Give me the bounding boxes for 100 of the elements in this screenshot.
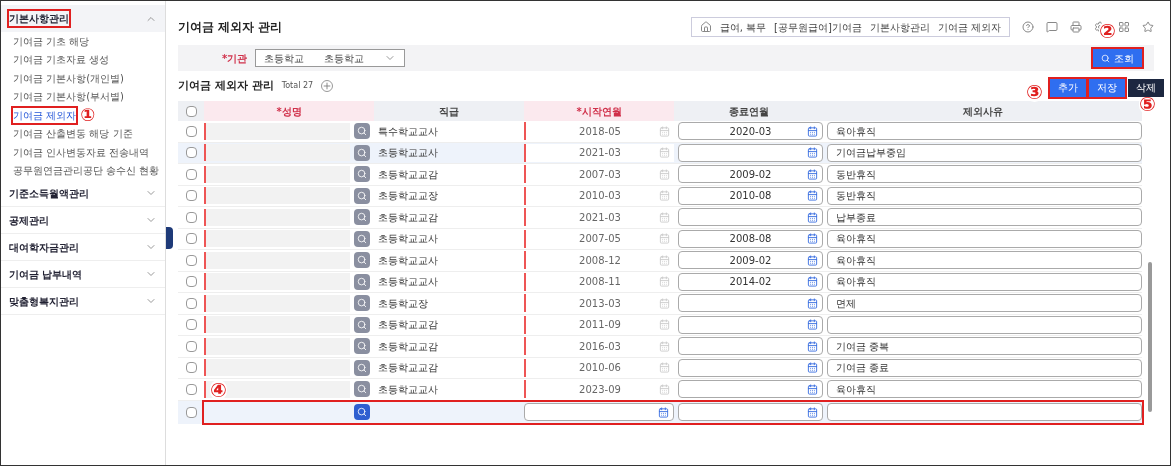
table-row[interactable]: 특수학교교사 2018-05 2020-03 육아휴직 [178, 121, 1142, 143]
sidebar-group[interactable]: 공제관리 [1, 207, 165, 234]
end-date-field[interactable] [678, 358, 823, 377]
end-date-field[interactable]: 2010-08 [678, 186, 823, 205]
row-checkbox[interactable] [185, 340, 197, 352]
search-button[interactable] [354, 316, 370, 333]
breadcrumb-link[interactable]: 급여, 복무 [719, 19, 766, 35]
start-date-field[interactable]: 2021-03 [524, 143, 674, 162]
name-field[interactable] [204, 208, 350, 226]
search-button[interactable]: 조회 [1093, 49, 1142, 67]
reason-field[interactable] [827, 403, 1142, 421]
message-icon[interactable] [1046, 21, 1058, 33]
column-header[interactable]: *성명 [204, 101, 374, 121]
collapse-handle[interactable] [166, 227, 173, 249]
row-checkbox[interactable] [185, 147, 197, 159]
sidebar-item[interactable]: 공무원연금관리공단 송수신 현황 [13, 163, 160, 179]
reason-field[interactable]: 동반휴직 [827, 186, 1142, 205]
new-row[interactable] [204, 401, 1142, 423]
row-checkbox[interactable] [185, 276, 197, 288]
name-field[interactable] [204, 122, 350, 140]
name-field[interactable] [204, 165, 350, 183]
search-button[interactable] [354, 295, 370, 312]
table-row[interactable]: 초등학교교감 2010-06 기여금 종료 [178, 357, 1142, 379]
row-checkbox[interactable] [185, 383, 197, 395]
row-checkbox[interactable] [185, 211, 197, 223]
sidebar-item[interactable]: 기여금 산출변동 해당 기준 [13, 126, 133, 142]
table-row[interactable]: 초등학교교사 2021-03 기여금납부중임 [178, 142, 1142, 164]
star-icon[interactable] [1142, 21, 1154, 33]
name-field[interactable] [204, 187, 350, 205]
sidebar-item[interactable]: 기여금 기초 해당 [13, 33, 90, 49]
sidebar-item[interactable]: 기여금 기본사항(부서별) [13, 89, 124, 105]
table-row[interactable]: 초등학교교장 2010-03 2010-08 동반휴직 [178, 185, 1142, 207]
column-header[interactable]: *시작연월 [524, 101, 674, 121]
row-checkbox[interactable] [185, 362, 197, 374]
end-date-field[interactable]: 2020-03 [678, 122, 823, 141]
end-date-field[interactable]: 2014-02 [678, 272, 823, 291]
end-date-field[interactable] [678, 403, 823, 421]
printer-icon[interactable] [1070, 21, 1082, 33]
end-date-field[interactable]: 2008-08 [678, 229, 823, 248]
search-button[interactable] [354, 381, 370, 398]
select-all-checkbox[interactable] [185, 105, 197, 117]
row-checkbox[interactable] [185, 254, 197, 266]
sidebar-item[interactable]: 기여금 기본사항(개인별) [13, 70, 124, 86]
row-checkbox[interactable] [185, 168, 197, 180]
start-date-field[interactable] [524, 403, 674, 421]
sidebar-group[interactable]: 기본사항관리 [1, 5, 165, 32]
search-button[interactable] [354, 404, 370, 420]
sidebar-item[interactable]: 기여금 기초자료 생성 [13, 52, 110, 68]
row-checkbox[interactable] [185, 406, 197, 418]
end-date-field[interactable]: 2009-02 [678, 165, 823, 184]
name-field[interactable] [204, 337, 350, 355]
name-field[interactable] [204, 294, 350, 312]
reason-field[interactable]: 기여금 종료 [827, 358, 1142, 377]
search-button[interactable] [354, 359, 370, 376]
reason-field[interactable]: 면제 [827, 294, 1142, 313]
reason-field[interactable]: 기여금납부중임 [827, 143, 1142, 162]
row-checkbox[interactable] [185, 319, 197, 331]
table-row[interactable]: 초등학교교사 2008-11 2014-02 육아휴직 [178, 271, 1142, 293]
end-date-field[interactable] [678, 315, 823, 334]
row-checkbox[interactable] [185, 233, 197, 245]
reason-field[interactable]: 납부종료 [827, 208, 1142, 227]
sidebar-group[interactable]: 대여학자금관리 [1, 234, 165, 261]
search-button[interactable] [354, 123, 370, 140]
name-field[interactable] [204, 230, 350, 248]
column-header[interactable]: 직급 [374, 101, 524, 121]
row-checkbox[interactable] [185, 297, 197, 309]
sidebar-item[interactable]: 기여금 인사변동자료 전송내역 [13, 144, 150, 160]
help-icon[interactable] [1022, 21, 1034, 33]
breadcrumb-link[interactable]: 기여금 제외자 [937, 19, 1001, 35]
name-field[interactable] [204, 251, 350, 269]
sidebar-group[interactable]: 기여금 납부내역 [1, 261, 165, 288]
table-row[interactable]: 초등학교교감 2016-03 기여금 중복 [178, 336, 1142, 358]
search-button[interactable] [354, 144, 370, 161]
column-header[interactable]: 종료연월 [674, 101, 824, 121]
search-button[interactable] [354, 187, 370, 204]
search-button[interactable] [354, 338, 370, 355]
breadcrumb-link[interactable]: [공무원급여]기여금 [774, 19, 862, 35]
table-row[interactable]: 초등학교장 2013-03 면제 [178, 293, 1142, 315]
reason-field[interactable]: 육아휴직 [827, 380, 1142, 399]
sidebar-item[interactable]: 기여금 제외자 [13, 107, 77, 123]
end-date-field[interactable] [678, 337, 823, 356]
action-button[interactable]: 추가 [1050, 78, 1086, 97]
search-button[interactable] [354, 252, 370, 269]
grid-icon[interactable] [1118, 21, 1130, 33]
action-button[interactable]: 삭제 [1128, 78, 1164, 97]
search-button[interactable] [354, 273, 370, 290]
end-date-field[interactable]: 2009-02 [678, 251, 823, 270]
search-button[interactable] [354, 209, 370, 226]
action-button[interactable]: 저장 [1089, 78, 1125, 97]
breadcrumb-link[interactable]: 기본사항관리 [869, 19, 930, 35]
row-checkbox[interactable] [185, 190, 197, 202]
table-row[interactable]: 초등학교교감 2007-03 2009-02 동반휴직 [178, 164, 1142, 186]
name-field[interactable] [204, 273, 350, 291]
end-date-field[interactable] [678, 380, 823, 399]
reason-field[interactable] [827, 315, 1142, 334]
table-row[interactable]: 초등학교교사 2007-05 2008-08 육아휴직 [178, 228, 1142, 250]
table-row[interactable]: 초등학교교감 2011-09 [178, 314, 1142, 336]
table-row[interactable]: 초등학교교사 2008-12 2009-02 육아휴직 [178, 250, 1142, 272]
sidebar-group[interactable]: 맞춤형복지관리 [1, 288, 165, 315]
sidebar-group[interactable]: 기준소득월액관리 [1, 180, 165, 207]
